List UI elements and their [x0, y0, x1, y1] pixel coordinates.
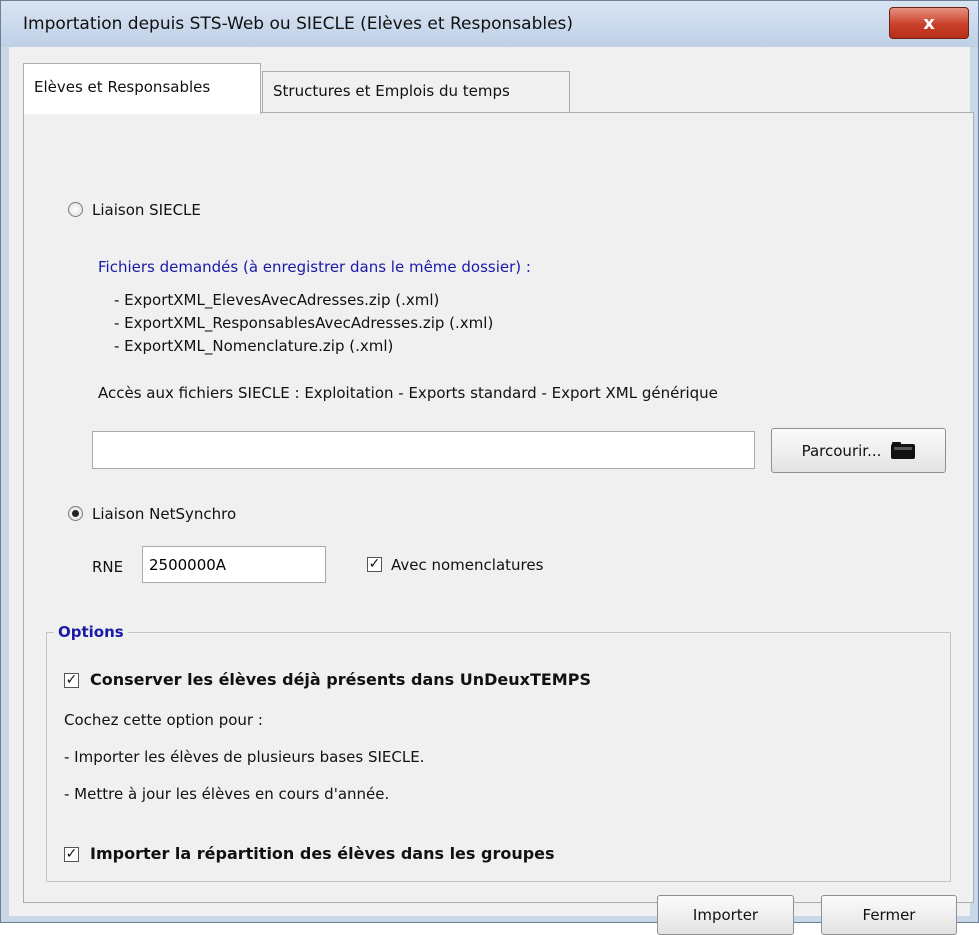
close-button[interactable]: Fermer: [821, 895, 957, 935]
title-bar[interactable]: Importation depuis STS-Web ou SIECLE (El…: [1, 1, 978, 47]
nomenclatures-label[interactable]: Avec nomenclatures: [391, 556, 543, 574]
siecle-path-input[interactable]: [92, 431, 755, 469]
radio-liaison-siecle-label[interactable]: Liaison SIECLE: [92, 201, 201, 219]
window-title: Importation depuis STS-Web ou SIECLE (El…: [23, 14, 574, 34]
dialog-client-area: Elèves et Responsables Structures et Emp…: [9, 47, 974, 935]
import-groups-label[interactable]: Importer la répartition des élèves dans …: [90, 844, 555, 863]
browse-button-label: Parcourir...: [801, 441, 882, 460]
hint-intro: Cochez cette option pour :: [64, 711, 263, 729]
options-title: Options: [54, 623, 128, 641]
files-header: Fichiers demandés (à enregistrer dans le…: [98, 258, 531, 276]
rne-label: RNE: [92, 558, 124, 576]
browse-button[interactable]: Parcourir...: [771, 428, 946, 473]
radio-liaison-siecle[interactable]: [68, 202, 83, 217]
close-window-button[interactable]: x: [889, 7, 969, 39]
file-item: - ExportXML_ResponsablesAvecAdresses.zip…: [114, 314, 494, 332]
keep-students-label[interactable]: Conserver les élèves déjà présents dans …: [90, 670, 591, 689]
file-item: - ExportXML_ElevesAvecAdresses.zip (.xml…: [114, 291, 440, 309]
tab-panel: Liaison SIECLE Fichiers demandés (à enre…: [23, 112, 974, 935]
radio-selected-dot: [72, 510, 79, 517]
access-instructions: Accès aux fichiers SIECLE : Exploitation…: [98, 384, 718, 402]
file-item: - ExportXML_Nomenclature.zip (.xml): [114, 337, 394, 355]
rne-input[interactable]: [142, 546, 326, 583]
import-button[interactable]: Importer: [657, 895, 794, 935]
nomenclatures-checkbox[interactable]: ✓: [367, 557, 382, 572]
radio-liaison-netsynchro[interactable]: [68, 506, 83, 521]
import-groups-checkbox[interactable]: ✓: [64, 847, 79, 862]
keep-students-checkbox[interactable]: ✓: [64, 673, 79, 688]
tab-structures-emplois[interactable]: Structures et Emplois du temps: [262, 71, 570, 113]
import-dialog-window: Importation depuis STS-Web ou SIECLE (El…: [0, 0, 979, 935]
hint-line: - Mettre à jour les élèves en cours d'an…: [64, 785, 390, 803]
tab-eleves-responsables[interactable]: Elèves et Responsables: [23, 63, 261, 114]
hint-line: - Importer les élèves de plusieurs bases…: [64, 748, 425, 766]
radio-liaison-netsynchro-label[interactable]: Liaison NetSynchro: [92, 505, 236, 523]
folder-icon: [891, 442, 916, 459]
